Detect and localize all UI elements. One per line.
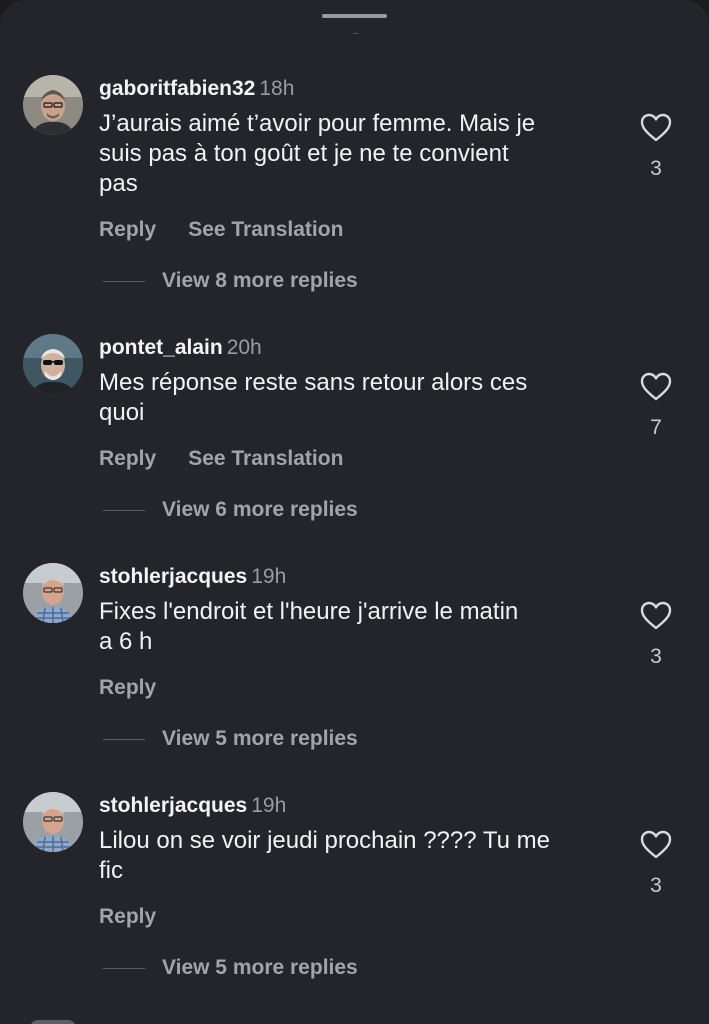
comment-text-line: fic [99, 857, 123, 884]
comment-text-line: Lilou on se voir jeudi prochain ???? Tu … [99, 827, 550, 854]
comment-meta: pontet_alain 20h [99, 336, 262, 360]
comment-text: Mes réponse reste sans retour alors ces … [99, 368, 619, 428]
heart-icon [640, 372, 672, 401]
view-more-replies-label: View 5 more replies [162, 956, 358, 979]
like-button[interactable]: 7 [637, 372, 675, 440]
comment-text-line: Mes réponse reste sans retour alors ces [99, 369, 528, 396]
divider-line [103, 738, 145, 740]
see-translation-button[interactable]: See Translation [188, 218, 343, 241]
timestamp: 19h [251, 565, 287, 588]
view-more-replies-label: View 6 more replies [162, 498, 358, 521]
comment-text-line: quoi [99, 399, 145, 426]
reply-button[interactable]: Reply [99, 218, 156, 241]
avatar-man-glasses-icon[interactable] [23, 75, 83, 135]
comment-actions: Reply [99, 676, 156, 700]
like-count: 7 [650, 416, 662, 439]
like-count: 3 [650, 874, 662, 897]
reply-button[interactable]: Reply [99, 676, 156, 699]
view-more-replies-button[interactable]: View 5 more replies [103, 727, 358, 751]
divider-line [103, 967, 145, 969]
view-more-replies-button[interactable]: View 5 more replies [103, 956, 358, 980]
comment-meta: stohlerjacques 19h [99, 565, 286, 589]
reply-button[interactable]: Reply [99, 447, 156, 470]
avatar-man-sunglasses-icon[interactable] [23, 334, 83, 394]
username[interactable]: stohlerjacques [99, 794, 247, 817]
view-more-replies-button[interactable]: View 6 more replies [103, 498, 358, 522]
see-translation-button[interactable]: See Translation [188, 447, 343, 470]
view-more-replies-button[interactable]: View 8 more replies [103, 269, 358, 293]
comment-text-line: suis pas à ton goût et je ne te convient [99, 140, 509, 167]
comment-text-line: a 6 h [99, 628, 153, 655]
comment-text: Fixes l'endroit et l'heure j'arrive le m… [99, 597, 619, 657]
timestamp: 20h [226, 336, 262, 359]
sheet-grabber-handle[interactable] [322, 14, 387, 18]
comment-actions: Reply See Translation [99, 218, 343, 242]
username[interactable]: pontet_alain [99, 336, 223, 359]
comment-actions: Reply See Translation [99, 447, 343, 471]
comment-text-line: Fixes l'endroit et l'heure j'arrive le m… [99, 598, 519, 625]
timestamp: 18h [259, 77, 295, 100]
heart-icon [640, 830, 672, 859]
comment-text: Lilou on se voir jeudi prochain ???? Tu … [99, 826, 619, 886]
next-comment-avatar [30, 1020, 76, 1024]
like-count: 3 [650, 645, 662, 668]
like-button[interactable]: 3 [637, 113, 675, 181]
timestamp: 19h [251, 794, 287, 817]
username[interactable]: stohlerjacques [99, 565, 247, 588]
view-more-replies-label: View 5 more replies [162, 727, 358, 750]
divider-line [103, 280, 145, 282]
username[interactable]: gaboritfabien32 [99, 77, 255, 100]
divider-line [103, 509, 145, 511]
heart-icon [640, 601, 672, 630]
comment-text-line: J’aurais aimé t’avoir pour femme. Mais j… [99, 110, 536, 137]
comment-text: J’aurais aimé t’avoir pour femme. Mais j… [99, 109, 619, 199]
like-button[interactable]: 3 [637, 830, 675, 898]
comments-sheet: gaboritfabien32 18h J’aurais aimé t’avoir… [0, 0, 709, 1024]
like-count: 3 [650, 157, 662, 180]
heart-icon [640, 113, 672, 142]
reply-button[interactable]: Reply [99, 905, 156, 928]
avatar-man-plaid-shirt-icon[interactable] [23, 563, 83, 623]
grabber-divider [353, 33, 358, 34]
comment-meta: gaboritfabien32 18h [99, 77, 294, 101]
comment-meta: stohlerjacques 19h [99, 794, 286, 818]
comment-actions: Reply [99, 905, 156, 929]
like-button[interactable]: 3 [637, 601, 675, 669]
view-more-replies-label: View 8 more replies [162, 269, 358, 292]
avatar-man-plaid-shirt-icon[interactable] [23, 792, 83, 852]
comment-text-line: pas [99, 170, 138, 197]
